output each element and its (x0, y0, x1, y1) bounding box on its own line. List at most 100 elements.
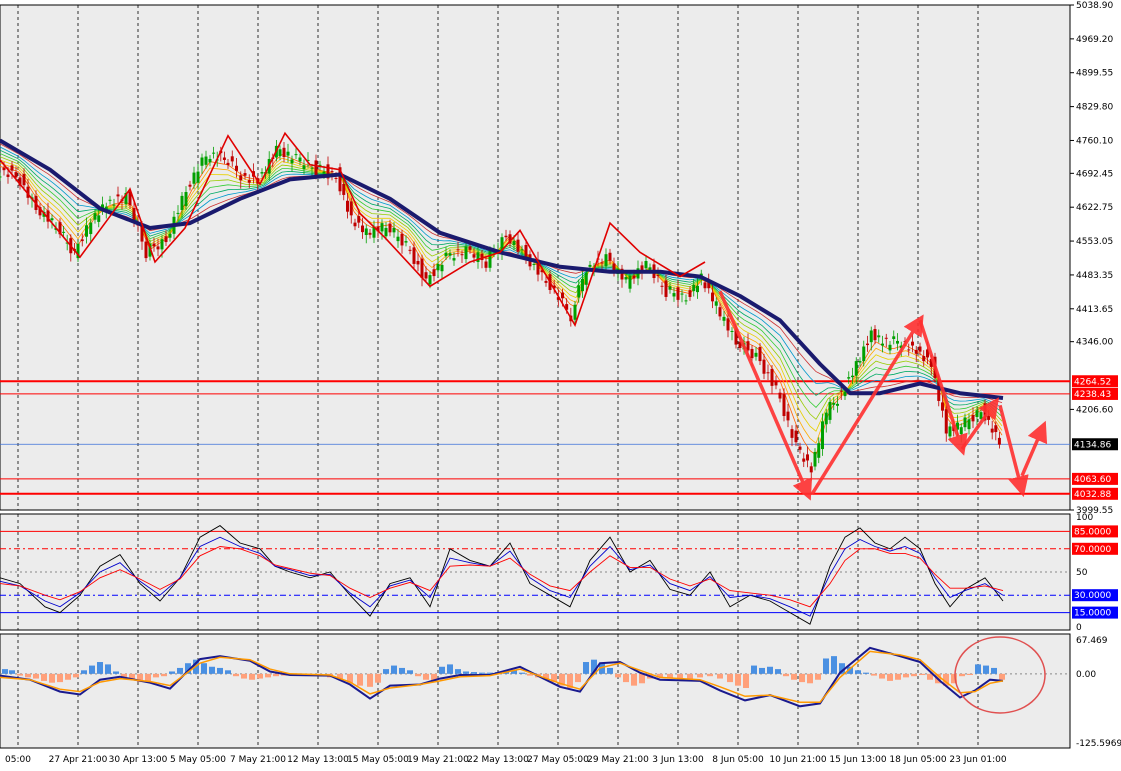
candle-body (664, 280, 668, 297)
price-tick-label: 4760.10 (1076, 136, 1113, 146)
macd-histogram-bar (217, 667, 223, 674)
price-tick-label: 4413.65 (1076, 305, 1113, 315)
macd-histogram-bar (983, 665, 989, 674)
macd-histogram-bar (759, 667, 765, 674)
candle-body (754, 352, 758, 357)
candle-body (696, 285, 699, 293)
candle-body (156, 246, 160, 250)
candle-body (108, 199, 112, 201)
macd-histogram-bar (407, 670, 413, 674)
macd-histogram-bar (717, 673, 723, 679)
candle-body (588, 264, 592, 267)
candle-body (168, 233, 172, 238)
candle-body (896, 340, 899, 344)
candle-body (80, 239, 84, 242)
candle-body (357, 216, 361, 223)
macd-histogram-bar (201, 663, 207, 674)
candle-body (176, 212, 180, 214)
candle-body (456, 249, 460, 251)
candle-body (361, 225, 364, 233)
time-tick-label: 3 Jun 13:00 (652, 755, 704, 765)
macd-histogram-bar (735, 673, 741, 686)
candle-body (881, 343, 884, 346)
candle-body (192, 172, 196, 184)
candle-body (428, 275, 432, 285)
macd-histogram-bar (357, 673, 363, 686)
candle-body (600, 262, 604, 264)
candle-body (644, 261, 648, 269)
candle-body (888, 344, 892, 351)
candle-body (112, 204, 116, 206)
osc-tick-label: 0 (1076, 623, 1082, 633)
macd-histogram-bar (959, 673, 965, 677)
candle-body (847, 377, 851, 379)
macd-tick-label: -125.5969 (1076, 739, 1121, 749)
candle-body (660, 285, 664, 287)
macd-histogram-bar (871, 673, 877, 676)
candle-body (116, 194, 120, 197)
candle-body (294, 154, 298, 156)
candle-body (858, 361, 862, 363)
time-tick-label: 18 Jun 05:00 (889, 755, 946, 765)
candle-body (944, 409, 948, 434)
candle-body (302, 165, 306, 170)
macd-histogram-bar (707, 673, 713, 677)
candle-body (62, 231, 66, 233)
candle-body (608, 252, 612, 261)
macd-histogram-bar (823, 658, 829, 674)
macd-histogram-bar (241, 673, 247, 679)
level-price-label: 4063.60 (1074, 475, 1111, 485)
candle-body (778, 392, 782, 399)
candle-body (794, 430, 798, 443)
candle-body (711, 292, 714, 302)
oscillator-level-label: 15.0000 (1074, 609, 1111, 619)
macd-histogram-bar (225, 670, 231, 674)
macd-histogram-bar (519, 672, 525, 674)
candle-body (884, 337, 888, 339)
candle-body (342, 183, 346, 195)
candle-body (873, 329, 877, 341)
candle-body (668, 286, 672, 290)
candle-body (6, 174, 10, 177)
candle-body (322, 171, 326, 174)
macd-histogram-bar (575, 673, 581, 683)
candle-body (440, 264, 444, 272)
candle-body (990, 428, 994, 433)
macd-histogram-bar (439, 666, 445, 674)
macd-histogram-bar (639, 673, 645, 684)
candle-body (824, 412, 828, 425)
time-axis: 05:00 27 Apr 21:00 30 Apr 13:00 5 May 05:00… (5, 755, 1007, 765)
macd-histogram-bar (751, 665, 757, 674)
price-tick-label: 4692.45 (1076, 169, 1113, 179)
candle-body (836, 403, 839, 406)
candle-body (762, 359, 766, 374)
macd-histogram-bar (455, 669, 461, 674)
candle-body (334, 177, 338, 179)
candle-body (14, 172, 18, 178)
macd-histogram-bar (471, 672, 477, 674)
time-tick-label: 19 May 21:00 (407, 755, 469, 765)
candle-body (97, 215, 101, 222)
macd-histogram-bar (879, 673, 885, 679)
candle-body (758, 347, 762, 362)
oscillator-level-label: 70.0000 (1074, 545, 1111, 555)
macd-histogram-bar (807, 673, 813, 684)
candle-body (911, 341, 914, 346)
macd-histogram-bar (831, 656, 837, 674)
candle-body (948, 426, 952, 437)
time-tick-label: 12 May 13:00 (287, 755, 349, 765)
macd-histogram-bar (767, 666, 773, 674)
osc-tick-label: 100 (1076, 513, 1093, 523)
candle-body (460, 254, 464, 256)
time-tick-label: 29 May 21:00 (587, 755, 649, 765)
candle-body (10, 165, 14, 171)
candle-body (212, 152, 216, 154)
macd-histogram-bar (25, 673, 31, 678)
candle-body (247, 180, 251, 183)
candle-body (971, 415, 975, 422)
macd-histogram-bar (17, 673, 23, 676)
level-price-label: 4264.52 (1074, 377, 1111, 387)
candle-body (718, 307, 722, 317)
candle-body (975, 410, 979, 417)
candle-body (941, 402, 944, 411)
